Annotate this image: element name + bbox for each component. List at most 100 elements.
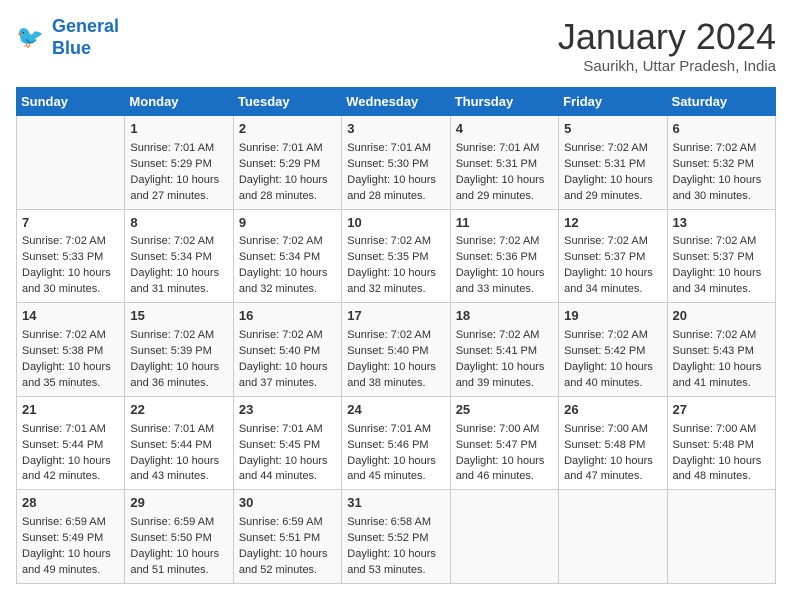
day-info: and 41 minutes. xyxy=(673,376,770,392)
day-number: 31 xyxy=(347,494,444,513)
day-info: and 34 minutes. xyxy=(564,282,661,298)
day-info: Sunrise: 6:59 AM xyxy=(22,515,119,531)
day-number: 4 xyxy=(456,120,553,139)
calendar-cell: 21Sunrise: 7:01 AMSunset: 5:44 PMDayligh… xyxy=(17,396,125,490)
day-number: 9 xyxy=(239,214,336,233)
day-info: Sunset: 5:31 PM xyxy=(564,157,661,173)
day-info: and 29 minutes. xyxy=(564,189,661,205)
day-info: and 39 minutes. xyxy=(456,376,553,392)
calendar-cell: 7Sunrise: 7:02 AMSunset: 5:33 PMDaylight… xyxy=(17,209,125,303)
day-info: Daylight: 10 hours xyxy=(239,547,336,563)
calendar-cell: 27Sunrise: 7:00 AMSunset: 5:48 PMDayligh… xyxy=(667,396,775,490)
day-number: 22 xyxy=(130,401,227,420)
day-info: and 32 minutes. xyxy=(347,282,444,298)
calendar-cell: 10Sunrise: 7:02 AMSunset: 5:35 PMDayligh… xyxy=(342,209,450,303)
calendar-table: SundayMondayTuesdayWednesdayThursdayFrid… xyxy=(16,87,776,584)
day-number: 27 xyxy=(673,401,770,420)
day-info: and 29 minutes. xyxy=(456,189,553,205)
day-info: Daylight: 10 hours xyxy=(22,266,119,282)
day-number: 17 xyxy=(347,307,444,326)
day-info: and 53 minutes. xyxy=(347,563,444,579)
day-number: 29 xyxy=(130,494,227,513)
day-number: 30 xyxy=(239,494,336,513)
day-info: Sunset: 5:29 PM xyxy=(239,157,336,173)
logo-blue: Blue xyxy=(52,38,119,60)
day-info: Sunset: 5:33 PM xyxy=(22,250,119,266)
day-info: Daylight: 10 hours xyxy=(130,173,227,189)
day-info: and 47 minutes. xyxy=(564,469,661,485)
day-info: Daylight: 10 hours xyxy=(130,360,227,376)
day-info: Sunset: 5:40 PM xyxy=(347,344,444,360)
day-number: 16 xyxy=(239,307,336,326)
day-number: 6 xyxy=(673,120,770,139)
calendar-cell: 3Sunrise: 7:01 AMSunset: 5:30 PMDaylight… xyxy=(342,116,450,210)
day-info: Sunrise: 7:01 AM xyxy=(239,141,336,157)
calendar-cell: 31Sunrise: 6:58 AMSunset: 5:52 PMDayligh… xyxy=(342,490,450,584)
day-number: 7 xyxy=(22,214,119,233)
day-info: Sunrise: 7:01 AM xyxy=(347,422,444,438)
day-info: Daylight: 10 hours xyxy=(564,360,661,376)
day-number: 28 xyxy=(22,494,119,513)
day-info: Sunrise: 7:01 AM xyxy=(130,422,227,438)
day-number: 25 xyxy=(456,401,553,420)
day-info: Sunset: 5:46 PM xyxy=(347,438,444,454)
calendar-cell: 26Sunrise: 7:00 AMSunset: 5:48 PMDayligh… xyxy=(559,396,667,490)
day-info: and 35 minutes. xyxy=(22,376,119,392)
day-info: Sunset: 5:35 PM xyxy=(347,250,444,266)
day-info: Sunrise: 7:00 AM xyxy=(564,422,661,438)
day-info: Daylight: 10 hours xyxy=(673,360,770,376)
calendar-cell: 2Sunrise: 7:01 AMSunset: 5:29 PMDaylight… xyxy=(233,116,341,210)
day-info: Daylight: 10 hours xyxy=(347,360,444,376)
day-number: 13 xyxy=(673,214,770,233)
day-info: Sunrise: 6:58 AM xyxy=(347,515,444,531)
day-info: Sunset: 5:37 PM xyxy=(564,250,661,266)
day-info: and 51 minutes. xyxy=(130,563,227,579)
day-info: Sunrise: 7:02 AM xyxy=(456,328,553,344)
day-info: Sunset: 5:32 PM xyxy=(673,157,770,173)
day-info: Daylight: 10 hours xyxy=(130,266,227,282)
day-info: Daylight: 10 hours xyxy=(456,173,553,189)
calendar-cell: 28Sunrise: 6:59 AMSunset: 5:49 PMDayligh… xyxy=(17,490,125,584)
calendar-cell: 15Sunrise: 7:02 AMSunset: 5:39 PMDayligh… xyxy=(125,303,233,397)
day-number: 19 xyxy=(564,307,661,326)
day-info: Daylight: 10 hours xyxy=(347,547,444,563)
weekday-header: Tuesday xyxy=(233,88,341,116)
day-number: 14 xyxy=(22,307,119,326)
calendar-cell: 13Sunrise: 7:02 AMSunset: 5:37 PMDayligh… xyxy=(667,209,775,303)
day-info: Sunrise: 7:02 AM xyxy=(130,234,227,250)
weekday-header: Monday xyxy=(125,88,233,116)
day-info: Sunrise: 7:02 AM xyxy=(673,328,770,344)
day-info: Sunrise: 7:02 AM xyxy=(564,328,661,344)
day-info: Sunrise: 6:59 AM xyxy=(130,515,227,531)
day-number: 10 xyxy=(347,214,444,233)
day-info: Sunset: 5:45 PM xyxy=(239,438,336,454)
svg-text:🐦: 🐦 xyxy=(16,24,44,49)
calendar-week-row: 21Sunrise: 7:01 AMSunset: 5:44 PMDayligh… xyxy=(17,396,776,490)
day-info: Sunset: 5:51 PM xyxy=(239,531,336,547)
day-info: and 31 minutes. xyxy=(130,282,227,298)
day-info: and 49 minutes. xyxy=(22,563,119,579)
day-info: Sunset: 5:48 PM xyxy=(673,438,770,454)
day-info: Sunset: 5:50 PM xyxy=(130,531,227,547)
day-info: Sunrise: 7:01 AM xyxy=(347,141,444,157)
day-info: and 37 minutes. xyxy=(239,376,336,392)
calendar-cell: 25Sunrise: 7:00 AMSunset: 5:47 PMDayligh… xyxy=(450,396,558,490)
day-info: Sunrise: 7:02 AM xyxy=(239,328,336,344)
day-info: and 44 minutes. xyxy=(239,469,336,485)
logo: 🐦 General Blue xyxy=(16,16,119,59)
day-info: Sunrise: 7:02 AM xyxy=(22,328,119,344)
day-info: Sunset: 5:41 PM xyxy=(456,344,553,360)
day-info: and 34 minutes. xyxy=(673,282,770,298)
day-info: Daylight: 10 hours xyxy=(347,173,444,189)
day-info: Daylight: 10 hours xyxy=(673,266,770,282)
day-number: 1 xyxy=(130,120,227,139)
day-number: 15 xyxy=(130,307,227,326)
day-info: Daylight: 10 hours xyxy=(673,173,770,189)
calendar-cell xyxy=(17,116,125,210)
weekday-header: Wednesday xyxy=(342,88,450,116)
day-info: and 45 minutes. xyxy=(347,469,444,485)
calendar-header: SundayMondayTuesdayWednesdayThursdayFrid… xyxy=(17,88,776,116)
logo-icon: 🐦 xyxy=(16,22,48,54)
day-info: and 40 minutes. xyxy=(564,376,661,392)
day-info: Sunrise: 6:59 AM xyxy=(239,515,336,531)
